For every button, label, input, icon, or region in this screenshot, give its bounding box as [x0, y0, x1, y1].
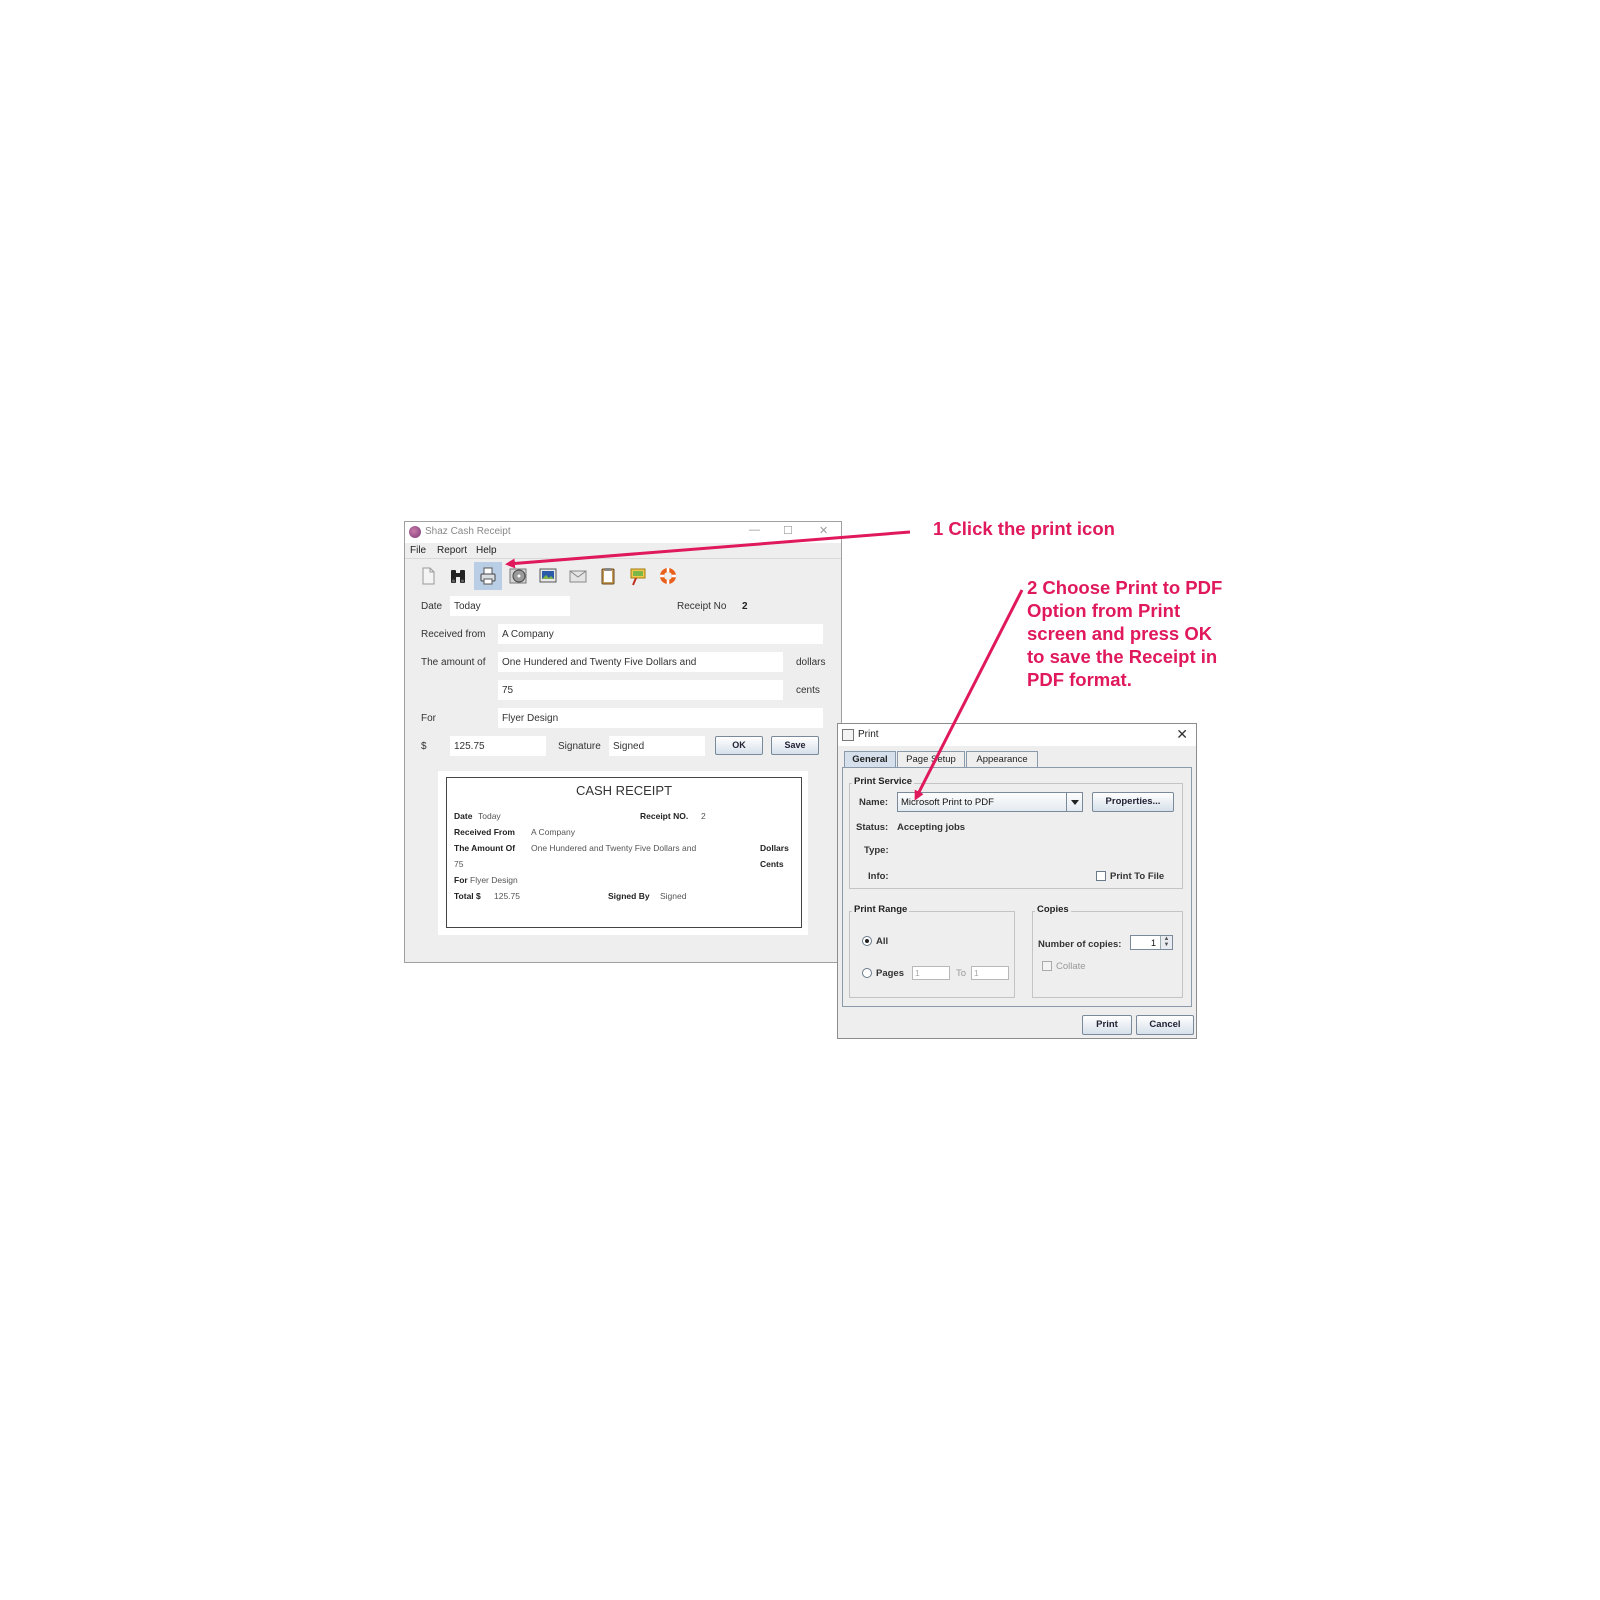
annotation-step-2-line-3: screen and press OK — [1027, 623, 1213, 644]
annotation-step-2-line-5: PDF format. — [1027, 669, 1132, 690]
annotation-step-2-line-1: 2 Choose Print to PDF — [1027, 577, 1223, 598]
arrow-to-print-to-pdf — [914, 589, 1024, 801]
annotation-step-2-line-4: to save the Receipt in — [1027, 646, 1218, 667]
annotation-step-1: 1 Click the print icon — [933, 518, 1115, 539]
arrow-to-print-icon — [505, 530, 911, 569]
annotation-step-2-line-2: Option from Print — [1027, 600, 1181, 621]
annotation-arrows — [505, 530, 1024, 801]
